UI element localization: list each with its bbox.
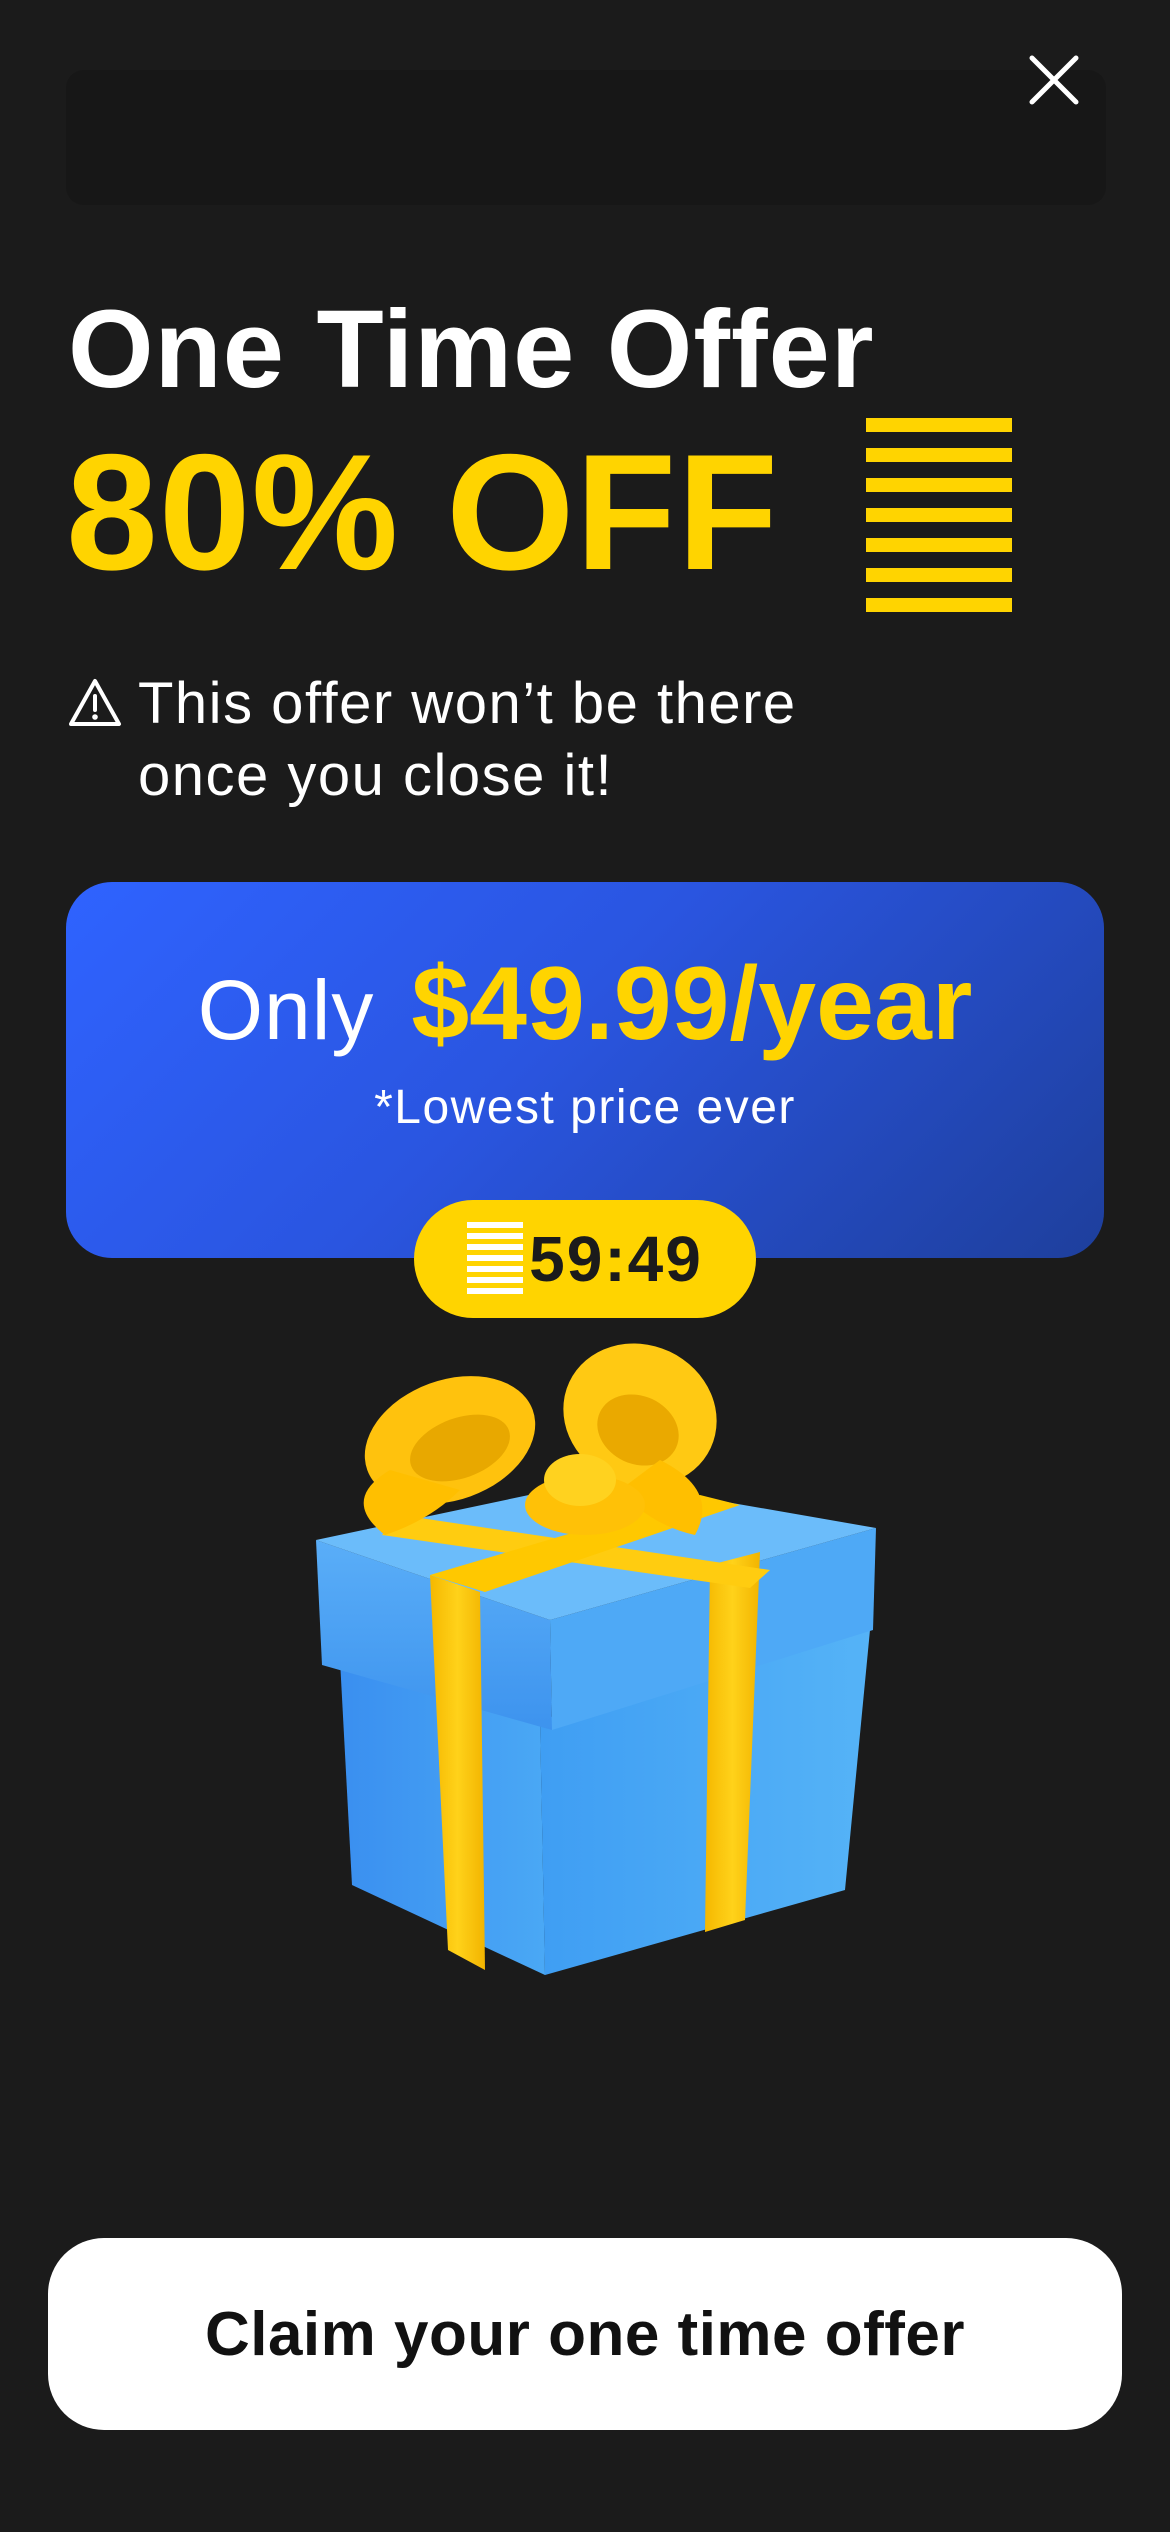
gift-box-image (316, 1343, 876, 1975)
one-time-offer-screen: One Time Offer 80% OFF This offer won’t … (0, 0, 1170, 2532)
top-banner-placeholder (66, 70, 1106, 205)
price-amount: $49.99/year (411, 946, 973, 1062)
timer-stripes-icon (467, 1222, 524, 1294)
close-button[interactable] (1014, 40, 1094, 120)
offer-title: One Time Offer (68, 288, 875, 411)
price-line: Only $49.99/year (66, 952, 1104, 1056)
discount-headline: 80% OFF (66, 420, 780, 604)
countdown-timer: 59:49 (414, 1200, 756, 1318)
price-subtitle: *Lowest price ever (374, 1081, 796, 1134)
warning-icon (69, 679, 121, 726)
warning-text: This offer won’t be there once you close… (138, 671, 797, 808)
warning-notice: This offer won’t be there once you close… (68, 668, 898, 812)
price-prefix: Only (197, 963, 375, 1057)
stripes-icon (866, 418, 1012, 612)
claim-offer-label: Claim your one time offer (204, 2299, 966, 2369)
timer-value: 59:49 (529, 1223, 703, 1295)
close-icon (1029, 55, 1079, 105)
claim-offer-button[interactable]: Claim your one time offer (48, 2238, 1122, 2430)
